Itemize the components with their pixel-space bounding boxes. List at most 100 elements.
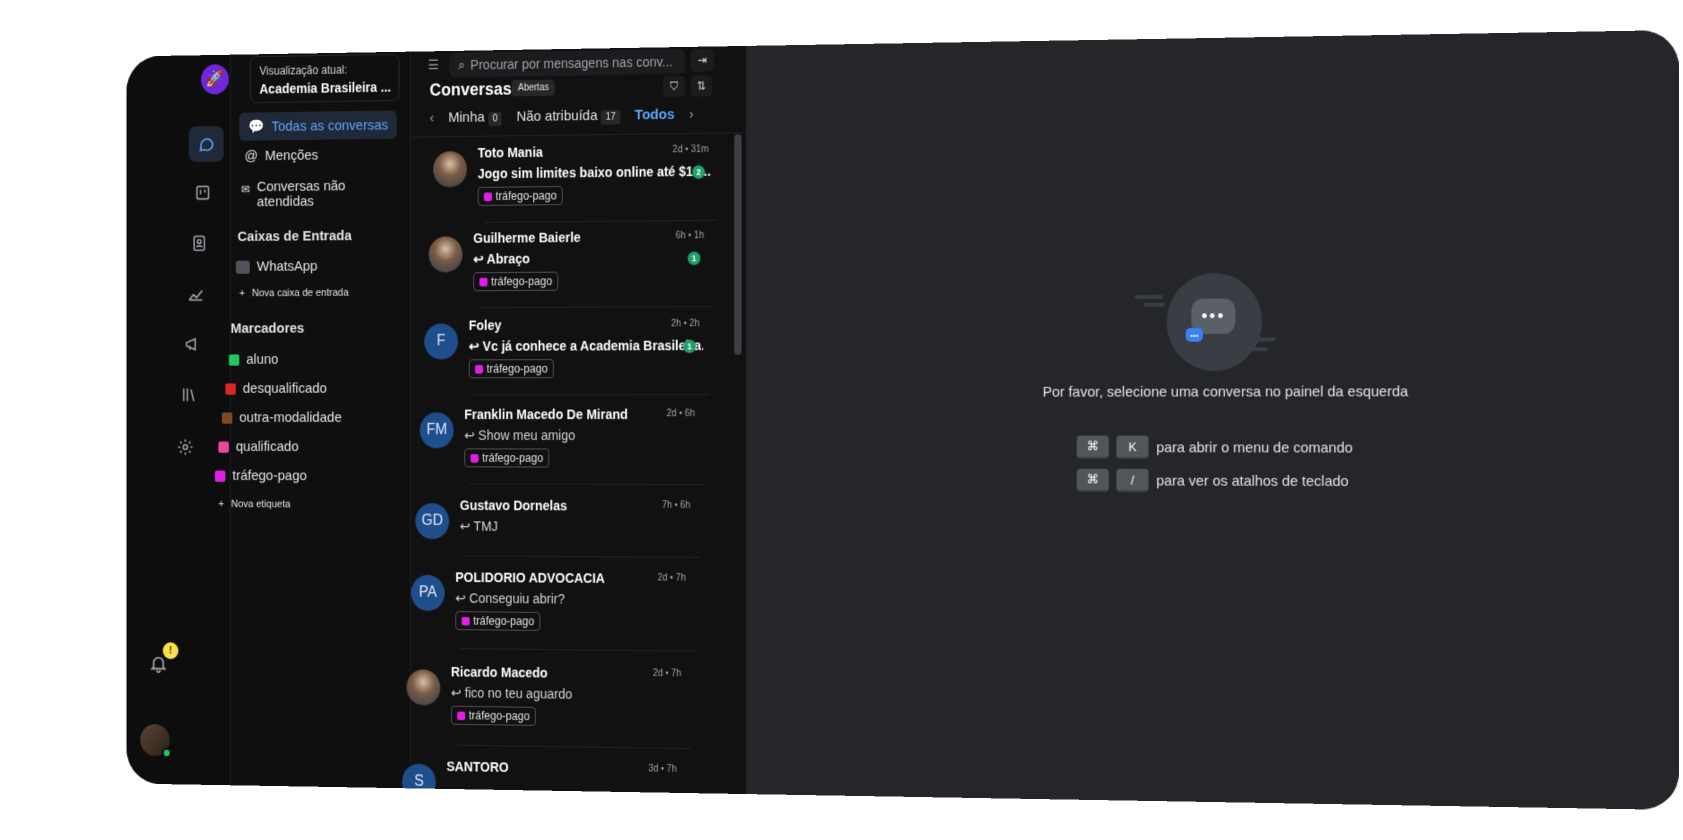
contact-name: Foley bbox=[468, 317, 502, 333]
conversation-item[interactable]: GD Gustavo Dornelas 7h • 6h ↩ TMJ bbox=[394, 495, 700, 558]
conversation-item[interactable]: F Foley 2h • 2h ↩ Vc já conhece a Academ… bbox=[403, 315, 709, 396]
sort-icon[interactable]: ⇅ bbox=[690, 75, 713, 97]
divider bbox=[460, 648, 695, 652]
current-view-label: Visualização atual: bbox=[259, 63, 348, 78]
chat-bubble-icon: 💬 bbox=[248, 118, 265, 136]
contact-avatar-initials: GD bbox=[415, 503, 450, 540]
envelope-icon: ✉ bbox=[241, 182, 250, 197]
tag-label: tráfego-pago bbox=[491, 274, 553, 289]
library-icon[interactable] bbox=[171, 377, 206, 413]
last-message: ↩ Conseguiu abrir? bbox=[455, 590, 565, 607]
label-aluno[interactable]: aluno bbox=[228, 351, 279, 368]
tag-label: tráfego-pago bbox=[495, 188, 557, 203]
label-color-swatch bbox=[225, 382, 236, 395]
label-name: outra-modalidade bbox=[239, 409, 342, 426]
new-inbox-label: Nova caixa de entrada bbox=[251, 287, 349, 300]
shortcut-description: para ver os atalhos de teclado bbox=[1156, 472, 1349, 490]
at-sign-icon: @ bbox=[244, 148, 258, 165]
contact-name: Guilherme Baierle bbox=[473, 229, 581, 246]
nav-all-label: Todas as conversas bbox=[271, 116, 389, 135]
conversation-tag: tráfego-pago bbox=[473, 271, 559, 292]
conversation-item[interactable]: Toto Mania 2d • 31m Jogo sim limites bai… bbox=[412, 140, 718, 223]
settings-gear-icon[interactable] bbox=[168, 429, 203, 465]
decor-line bbox=[1143, 302, 1165, 307]
inbox-whatsapp[interactable]: WhatsApp bbox=[235, 258, 318, 275]
notification-badge: ! bbox=[162, 642, 179, 660]
notifications-bell-icon[interactable]: ! bbox=[149, 642, 179, 678]
divider bbox=[483, 219, 718, 223]
status-filter-badge[interactable]: Abertas bbox=[511, 79, 556, 97]
conversation-item[interactable]: Ricardo Macedo 2d • 7h ↩ fico no teu agu… bbox=[385, 661, 691, 750]
nav-all-conversations[interactable]: 💬 Todas as conversas bbox=[239, 110, 398, 141]
contact-name: Franklin Macedo De Mirand bbox=[464, 406, 628, 422]
divider bbox=[456, 744, 691, 750]
new-inbox-button[interactable]: + Nova caixa de entrada bbox=[239, 287, 348, 299]
plus-icon: + bbox=[239, 287, 245, 300]
conversation-tag: tráfego-pago bbox=[468, 359, 554, 379]
conversation-tag: tráfego-pago bbox=[455, 611, 541, 631]
conversation-item[interactable]: S SANTORO 3d • 7h bbox=[381, 756, 686, 801]
kanban-icon[interactable] bbox=[185, 175, 220, 211]
reports-icon[interactable] bbox=[178, 276, 213, 312]
scrollbar[interactable] bbox=[734, 134, 742, 355]
divider bbox=[478, 306, 714, 309]
tab-mine[interactable]: Minha 0 bbox=[448, 109, 503, 127]
conversation-empty-state: ••• ••• Por favor, selecione uma convers… bbox=[747, 30, 1679, 810]
conversation-list-panel: ☰ ⌕ Procurar por mensagens nas conv... ⇥… bbox=[402, 45, 748, 801]
tag-color-swatch bbox=[470, 453, 479, 463]
user-avatar[interactable] bbox=[140, 724, 172, 759]
unread-count-badge: 1 bbox=[687, 251, 701, 266]
shortcut-keyboard-help: ⌘ / para ver os atalhos de teclado bbox=[1076, 468, 1349, 493]
current-view-selector[interactable]: Visualização atual: Academia Brasileira … bbox=[249, 53, 400, 104]
new-label-button[interactable]: + Nova etiqueta bbox=[218, 499, 290, 511]
label-name: aluno bbox=[246, 351, 279, 368]
conversation-time: 2d • 6h bbox=[666, 408, 695, 420]
conversation-time: 7h • 6h bbox=[661, 500, 691, 511]
label-color-swatch bbox=[214, 470, 226, 482]
menu-icon[interactable]: ☰ bbox=[428, 57, 439, 73]
contacts-icon[interactable] bbox=[182, 225, 217, 261]
nav-unattended[interactable]: ✉ Conversas não atendidas bbox=[241, 178, 373, 210]
labels-title: Marcadores bbox=[230, 320, 305, 337]
search-input[interactable]: ⌕ Procurar por mensagens nas conv... bbox=[449, 48, 685, 78]
online-status-dot bbox=[161, 747, 172, 759]
contact-name: Ricardo Macedo bbox=[450, 664, 548, 681]
nav-mentions[interactable]: @ Menções bbox=[245, 147, 319, 164]
filter-icon[interactable]: ⛉ bbox=[663, 75, 685, 98]
tab-mine-label: Minha bbox=[448, 109, 485, 126]
app-window: 🚀 ! Visualização atual: Academia Brasile… bbox=[126, 30, 1680, 810]
chevron-right-icon[interactable]: › bbox=[689, 106, 694, 122]
collapse-panel-button[interactable]: ⇥ bbox=[690, 48, 715, 72]
tag-label: tráfego-pago bbox=[473, 614, 535, 629]
tab-all[interactable]: Todos bbox=[635, 106, 675, 123]
label-desqualificado[interactable]: desqualificado bbox=[225, 380, 327, 397]
k-key: K bbox=[1116, 435, 1149, 460]
last-message: ↩ Abraço bbox=[473, 250, 530, 267]
secondary-sidebar: Visualização atual: Academia Brasileira … bbox=[214, 51, 411, 789]
conversations-icon[interactable] bbox=[188, 126, 224, 163]
contact-avatar-initials: F bbox=[424, 323, 459, 360]
search-icon: ⌕ bbox=[458, 56, 466, 73]
command-key: ⌘ bbox=[1076, 435, 1109, 460]
chevron-left-icon[interactable]: ‹ bbox=[430, 110, 434, 126]
rocket-logo-icon[interactable]: 🚀 bbox=[200, 64, 229, 95]
last-message: ↩ fico no teu aguardo bbox=[450, 684, 573, 702]
last-message: Jogo sim limites baixo online até $10... bbox=[477, 163, 711, 182]
divider bbox=[474, 394, 709, 396]
conversation-time: 2d • 31m bbox=[672, 144, 709, 156]
conversation-item[interactable]: Guilherme Baierle 6h • 1h ↩ Abraço 1 trá… bbox=[407, 227, 714, 309]
label-outra-modalidade[interactable]: outra-modalidade bbox=[221, 409, 342, 426]
conversation-item[interactable]: FM Franklin Macedo De Mirand 2d • 6h ↩ S… bbox=[399, 405, 705, 486]
last-message: ↩ Show meu amigo bbox=[464, 427, 576, 443]
contact-name: Gustavo Dornelas bbox=[459, 497, 568, 514]
divider bbox=[411, 132, 748, 138]
conversation-item[interactable]: PA POLIDORIO ADVOCACIA 2d • 7h ↩ Consegu… bbox=[390, 567, 695, 652]
search-placeholder: Procurar por mensagens nas conv... bbox=[470, 53, 673, 73]
last-message: ↩ Vc já conhece a Academia Brasileira... bbox=[468, 337, 704, 354]
tab-unassigned-count: 17 bbox=[601, 110, 621, 125]
label-qualificado[interactable]: qualificado bbox=[218, 439, 299, 455]
tab-unassigned[interactable]: Não atribuída 17 bbox=[517, 107, 621, 125]
campaigns-icon[interactable] bbox=[175, 326, 210, 362]
label-trafego-pago[interactable]: tráfego-pago bbox=[214, 468, 307, 484]
conversation-tag: tráfego-pago bbox=[450, 705, 536, 726]
